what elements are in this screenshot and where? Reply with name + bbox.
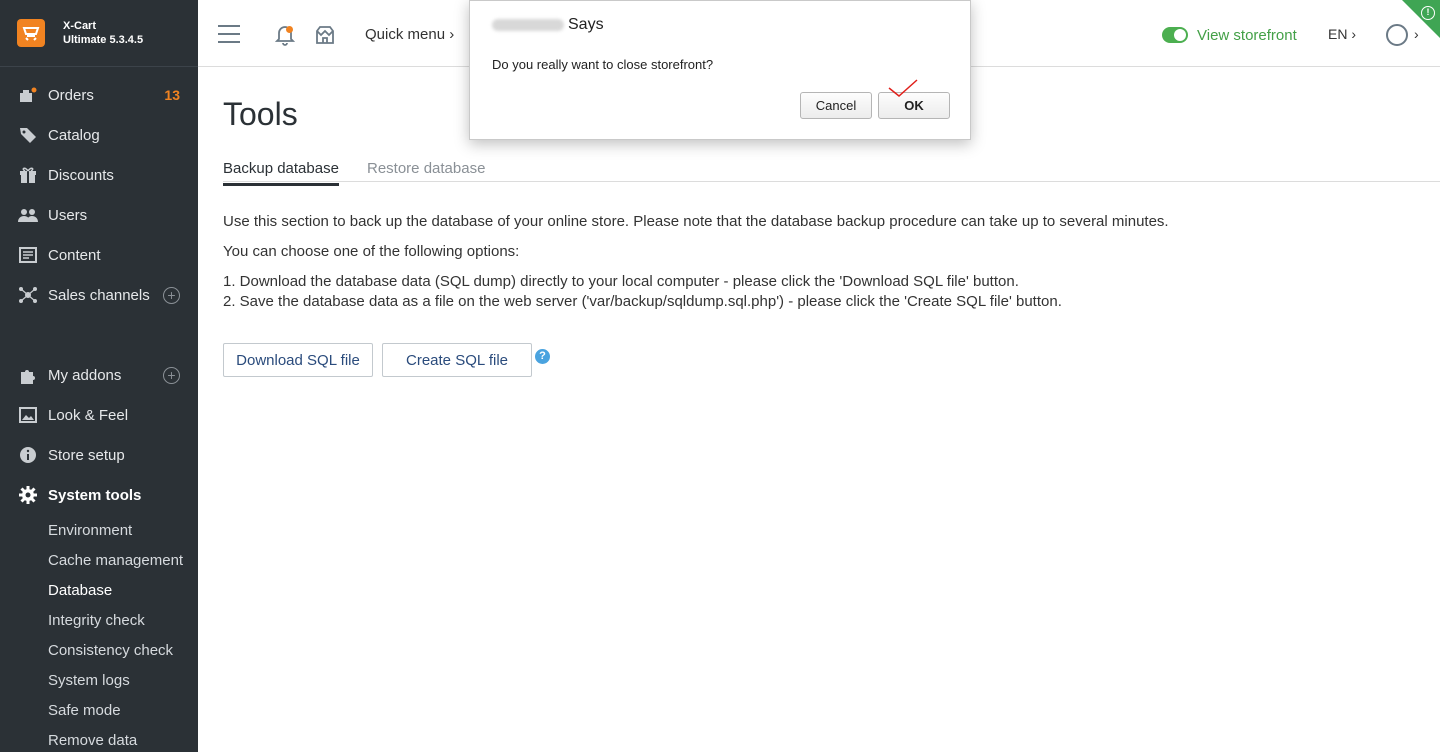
dialog-cancel-button[interactable]: Cancel: [800, 92, 872, 119]
notice-corner[interactable]: [1402, 0, 1440, 38]
brand-version: Ultimate 5.3.4.5: [63, 34, 144, 46]
quick-menu[interactable]: Quick menu ›: [365, 26, 454, 43]
dialog-message: Do you really want to close storefront?: [492, 57, 714, 72]
sidebar-item-sales-channels[interactable]: Sales channels +: [0, 275, 198, 315]
sidebar-item-label: Sales channels: [48, 286, 150, 304]
sidebar-item-discounts[interactable]: Discounts: [0, 155, 198, 195]
sidebar-subitem-cache-management[interactable]: Cache management: [0, 545, 198, 575]
option-1-text: 1. Download the database data (SQL dump)…: [223, 273, 1019, 290]
sidebar-item-orders[interactable]: Orders 13: [0, 75, 198, 115]
sidebar-subitem-remove-data[interactable]: Remove data: [0, 725, 198, 755]
checkmark-annotation-icon: [888, 79, 918, 97]
sidebar-subitem-database[interactable]: Database: [0, 575, 198, 605]
brand[interactable]: X-Cart Ultimate 5.3.4.5: [0, 0, 198, 67]
sidebar-subitem-environment[interactable]: Environment: [0, 515, 198, 545]
users-icon: [18, 205, 38, 225]
choose-text: You can choose one of the following opti…: [223, 243, 520, 260]
sidebar-subitem-safe-mode[interactable]: Safe mode: [0, 695, 198, 725]
sidebar-item-label: Orders: [48, 86, 94, 104]
sidebar-item-my-addons[interactable]: My addons +: [0, 355, 198, 395]
storefront-icon[interactable]: [314, 24, 336, 51]
sidebar-item-store-setup[interactable]: Store setup: [0, 435, 198, 475]
download-sql-button[interactable]: Download SQL file: [223, 343, 373, 377]
xcart-logo-icon: [17, 19, 45, 47]
sidebar-item-users[interactable]: Users: [0, 195, 198, 235]
language-selector[interactable]: EN ›: [1328, 26, 1356, 42]
notification-dot: [286, 26, 293, 33]
content-icon: [18, 245, 38, 265]
sidebar-item-content[interactable]: Content: [0, 235, 198, 275]
alert-icon[interactable]: !: [1421, 6, 1435, 20]
option-2-text: 2. Save the database data as a file on t…: [223, 293, 1062, 310]
dialog-title-suffix: Says: [568, 16, 604, 33]
network-icon: [18, 285, 38, 305]
storefront-toggle[interactable]: [1162, 27, 1188, 43]
sidebar-item-label: Look & Feel: [48, 406, 129, 424]
orders-icon: [18, 85, 38, 105]
sidebar-item-label: Discounts: [48, 166, 114, 184]
info-icon: [18, 445, 38, 465]
help-icon[interactable]: ?: [535, 349, 550, 364]
brand-name: X-Cart: [63, 20, 97, 32]
confirm-dialog: Says Do you really want to close storefr…: [469, 0, 971, 140]
image-icon: [18, 405, 38, 425]
view-storefront-link[interactable]: View storefront: [1197, 27, 1297, 44]
tab-backup-database[interactable]: Backup database: [223, 160, 339, 186]
sidebar-subitem-system-logs[interactable]: System logs: [0, 665, 198, 695]
tab-bar: Backup database Restore database: [223, 160, 1440, 186]
gear-icon: [18, 485, 38, 505]
hamburger-menu-icon[interactable]: [218, 25, 240, 43]
sidebar: X-Cart Ultimate 5.3.4.5 Orders 13 Catalo…: [0, 0, 198, 752]
tag-icon: [18, 125, 38, 145]
puzzle-icon: [18, 365, 38, 385]
sidebar-item-look-feel[interactable]: Look & Feel: [0, 395, 198, 435]
dialog-title: Says: [492, 16, 604, 34]
sidebar-item-label: Users: [48, 206, 88, 224]
sidebar-item-label: Catalog: [48, 126, 100, 144]
blurred-domain: [492, 18, 564, 31]
sidebar-item-catalog[interactable]: Catalog: [0, 115, 198, 155]
create-sql-button[interactable]: Create SQL file: [382, 343, 532, 377]
sidebar-item-label: System tools: [48, 486, 142, 504]
sidebar-subitem-integrity-check[interactable]: Integrity check: [0, 605, 198, 635]
sidebar-item-label: My addons: [48, 366, 122, 384]
sidebar-subitem-consistency-check[interactable]: Consistency check: [0, 635, 198, 665]
page-title: Tools: [223, 96, 298, 132]
orders-count-badge: 13: [164, 87, 180, 103]
intro-text: Use this section to back up the database…: [223, 213, 1169, 230]
tab-restore-database[interactable]: Restore database: [367, 160, 485, 183]
add-addon-button[interactable]: +: [163, 366, 180, 384]
sidebar-item-label: Content: [48, 246, 101, 264]
sidebar-item-system-tools[interactable]: System tools: [0, 475, 198, 515]
gift-icon: [18, 165, 38, 185]
sidebar-item-label: Store setup: [48, 446, 125, 464]
add-sales-channel-button[interactable]: +: [163, 286, 180, 304]
